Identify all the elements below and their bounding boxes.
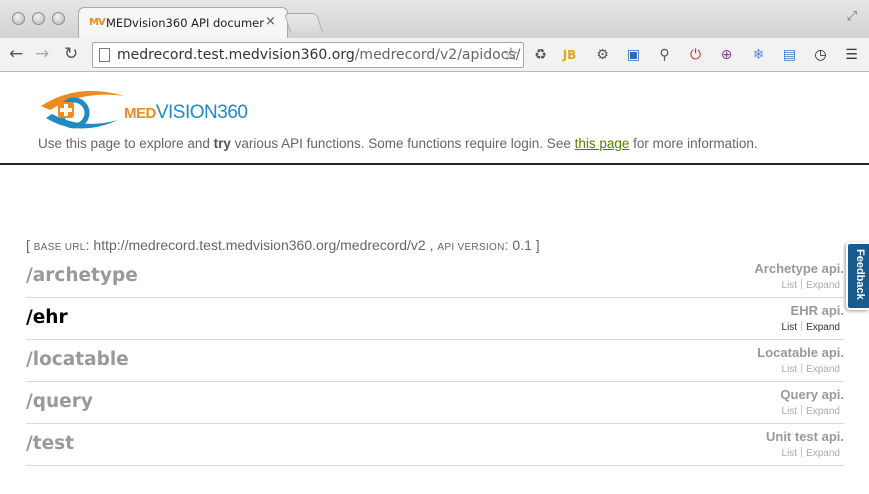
gear-icon[interactable]: ⚙ — [594, 47, 611, 64]
resource-query: /query Query api. List Expand — [26, 382, 844, 424]
intro-prefix: Use this page to explore and — [38, 136, 214, 151]
medvision-logo[interactable]: MEDVISION360 — [38, 84, 253, 136]
expand-link[interactable]: Expand — [806, 322, 840, 333]
api-version-value: : 0.1 ] — [504, 237, 540, 253]
base-url-label: BASE URL — [33, 242, 86, 253]
browser-tab-bar: MV MEDvision360 API document × ⤢ — [0, 0, 869, 39]
bracket-open: [ — [26, 237, 34, 253]
favicon-icon: MV — [89, 17, 106, 28]
resource-links: List Expand — [782, 363, 840, 375]
close-window-button[interactable] — [12, 12, 25, 25]
snowflake-icon[interactable]: ❄ — [750, 47, 767, 64]
info-link[interactable]: this page — [575, 136, 630, 151]
expand-link[interactable]: Expand — [806, 406, 840, 417]
resource-description: EHR api. — [790, 303, 844, 318]
resource-description: Archetype api. — [754, 261, 844, 276]
resource-links: List Expand — [782, 447, 840, 459]
close-tab-icon[interactable]: × — [265, 14, 276, 29]
feedback-label: Feedback — [854, 249, 866, 300]
intro-bold: try — [213, 136, 231, 151]
clock-icon[interactable]: ◷ — [812, 47, 829, 64]
new-tab-button[interactable] — [283, 13, 324, 33]
resource-path[interactable]: /archetype — [26, 265, 138, 286]
logo-rest: VISION360 — [155, 102, 248, 123]
page-icon — [99, 48, 110, 62]
base-url-value: : http://medrecord.test.medvision360.org… — [85, 237, 438, 253]
folder-icon[interactable]: ▤ — [781, 47, 798, 64]
star-icon[interactable]: ☆ — [503, 44, 519, 65]
list-link[interactable]: List — [782, 322, 798, 333]
link-separator — [801, 405, 803, 415]
resource-archetype: /archetype Archetype api. List Expand — [26, 256, 844, 298]
browser-toolbar: ← → ↻ medrecord.test.medvision360.org/me… — [0, 38, 869, 72]
url-host: medrecord.test.medvision360.org — [117, 47, 355, 63]
link-separator — [801, 321, 803, 331]
intro-middle: various API functions. Some functions re… — [230, 136, 575, 151]
resource-ehr: /ehr EHR api. List Expand — [26, 298, 844, 340]
header-divider — [0, 163, 869, 165]
intro-text: Use this page to explore and try various… — [38, 136, 758, 151]
recycle-icon[interactable]: ♻ — [532, 47, 549, 64]
link-separator — [801, 363, 803, 373]
resource-links: List Expand — [782, 321, 840, 333]
stop-icon[interactable]: ⏻ — [687, 47, 704, 64]
feedback-button[interactable]: Feedback — [846, 242, 869, 310]
url-text[interactable]: medrecord.test.medvision360.org/medrecor… — [117, 47, 520, 63]
tab-title: MEDvision360 API document — [106, 16, 264, 30]
list-link[interactable]: List — [782, 280, 798, 291]
resource-locatable: /locatable Locatable api. List Expand — [26, 340, 844, 382]
expand-link[interactable]: Expand — [806, 280, 840, 291]
resource-path[interactable]: /test — [26, 433, 74, 454]
screenshot-icon[interactable]: ▣ — [625, 47, 642, 64]
resource-path[interactable]: /ehr — [26, 307, 68, 328]
expand-link[interactable]: Expand — [806, 448, 840, 459]
address-bar[interactable]: medrecord.test.medvision360.org/medrecor… — [92, 42, 524, 68]
expand-link[interactable]: Expand — [806, 364, 840, 375]
minimize-window-button[interactable] — [32, 12, 45, 25]
resource-links: List Expand — [782, 279, 840, 291]
intro-suffix: for more information. — [629, 136, 758, 151]
logo-med: MED — [124, 105, 156, 122]
back-arrow-icon[interactable]: ← — [9, 44, 23, 64]
resource-links: List Expand — [782, 405, 840, 417]
resource-description: Unit test api. — [765, 429, 844, 444]
zoom-window-button[interactable] — [52, 12, 65, 25]
base-url-info: [ BASE URL: http://medrecord.test.medvis… — [26, 237, 540, 253]
link-separator — [801, 447, 803, 457]
forward-arrow-icon[interactable]: → — [35, 44, 49, 64]
resource-test: /test Unit test api. List Expand — [26, 424, 844, 466]
list-link[interactable]: List — [782, 448, 798, 459]
list-link[interactable]: List — [782, 406, 798, 417]
url-path: /medrecord/v2/apidocs/ — [354, 47, 521, 63]
jb-icon[interactable]: JB — [561, 47, 578, 64]
resource-description: Locatable api. — [757, 345, 844, 360]
eye-cross-logo-icon — [41, 90, 124, 129]
list-link[interactable]: List — [782, 364, 798, 375]
reload-icon[interactable]: ↻ — [64, 44, 78, 64]
browser-tab[interactable]: MV MEDvision360 API document × — [78, 7, 288, 39]
resource-description: Query api. — [780, 387, 844, 402]
logo-wordmark: MEDVISION360 — [124, 102, 248, 124]
api-version-label: API VERSION — [437, 242, 505, 253]
menu-icon[interactable]: ☰ — [843, 47, 860, 64]
crosshair-icon[interactable]: ⊕ — [718, 47, 735, 64]
fullscreen-icon[interactable]: ⤢ — [847, 9, 857, 24]
zoom-icon[interactable]: ⚲ — [656, 47, 673, 64]
resource-path[interactable]: /query — [26, 391, 93, 412]
resource-path[interactable]: /locatable — [26, 349, 129, 370]
link-separator — [801, 279, 803, 289]
